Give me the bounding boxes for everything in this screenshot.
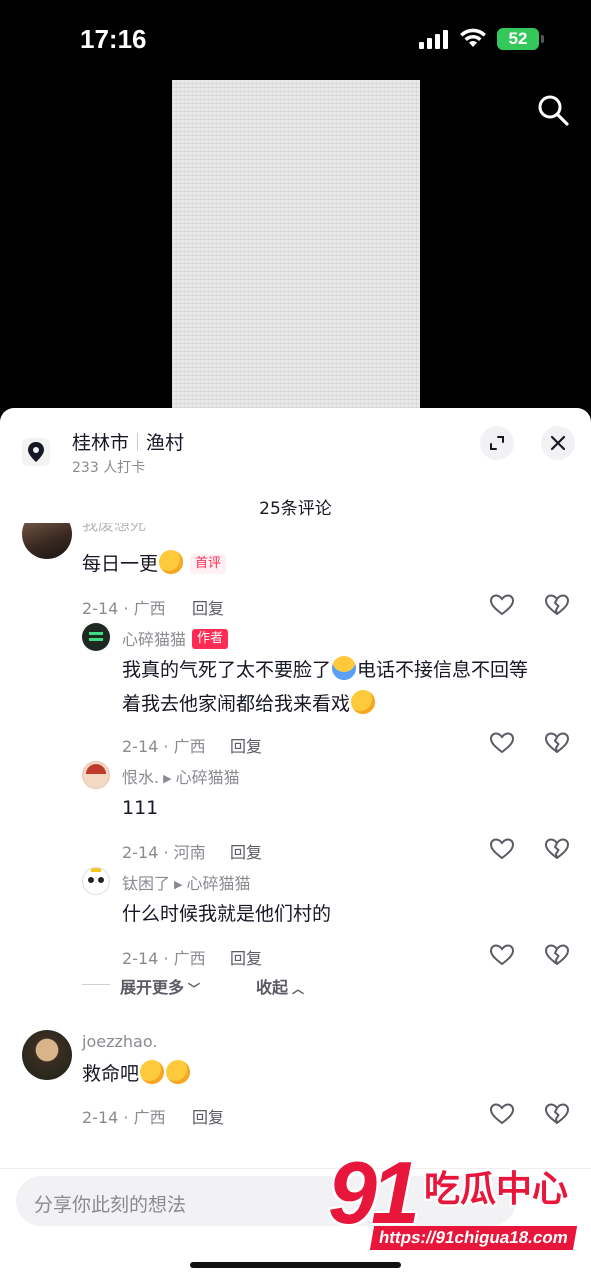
expand-button[interactable] bbox=[480, 426, 514, 460]
expand-divider bbox=[82, 984, 110, 985]
battery-tip bbox=[541, 35, 544, 43]
watermark-logo: 91 吃瓜中心 https://91chigua18.com bbox=[328, 1143, 583, 1260]
reply-to-arrow-icon: ▶ bbox=[163, 772, 172, 785]
broken-heart-icon[interactable] bbox=[544, 837, 570, 861]
comment-text: 每日一更 首评 bbox=[82, 547, 227, 581]
comment-meta: 2-14 · 广西 bbox=[82, 599, 166, 618]
reply-meta: 2-14 · 广西 bbox=[122, 737, 206, 756]
broken-heart-icon[interactable] bbox=[544, 593, 570, 617]
reply-username[interactable]: 钛困了 ▶ 心碎猫猫 bbox=[122, 870, 251, 894]
status-bar: 17:16 52 bbox=[0, 0, 591, 80]
comment-username[interactable]: 我废想死 bbox=[82, 523, 146, 535]
reply-button[interactable]: 回复 bbox=[192, 595, 224, 619]
reply-text: 什么时候我就是他们村的 bbox=[122, 903, 332, 925]
woozy-face-emoji-icon bbox=[140, 1060, 165, 1084]
comment-count: 25条评论 bbox=[259, 499, 332, 519]
cellular-signal-icon bbox=[419, 30, 448, 49]
avatar[interactable] bbox=[82, 867, 110, 895]
heart-icon[interactable] bbox=[489, 943, 515, 967]
author-badge: 作者 bbox=[192, 629, 229, 649]
reply-text: 111 bbox=[122, 797, 159, 819]
close-button[interactable] bbox=[541, 426, 575, 460]
home-indicator[interactable] bbox=[190, 1262, 401, 1268]
broken-heart-icon[interactable] bbox=[544, 1102, 570, 1126]
reply-username[interactable]: 心碎猫猫 作者 bbox=[122, 626, 229, 650]
flushed-face-emoji-icon bbox=[351, 690, 376, 714]
reply-text: 我真的气死了太不要脸了 电话不接信息不回等 着我去他家闹都给我来看戏 bbox=[122, 653, 572, 721]
first-comment-badge: 首评 bbox=[190, 554, 227, 574]
laughing-crying-emoji-icon bbox=[159, 550, 184, 574]
watermark-url: https://91chigua18.com bbox=[369, 1226, 578, 1250]
comment-list[interactable]: 我废想死 每日一更 首评 2-14 · 广西 回复 心碎猫猫 作者 我真的气死了太不… bbox=[0, 523, 591, 1163]
reply-button[interactable]: 回复 bbox=[230, 733, 262, 757]
location-place: 渔村 bbox=[146, 432, 185, 454]
reply-button[interactable]: 回复 bbox=[230, 945, 262, 969]
broken-heart-icon[interactable] bbox=[544, 943, 570, 967]
heart-icon[interactable] bbox=[489, 593, 515, 617]
location-checkins: 233 人打卡 bbox=[72, 460, 146, 476]
comment-body: 每日一更 bbox=[82, 553, 159, 575]
location-pin-icon bbox=[22, 438, 50, 466]
reply-button[interactable]: 回复 bbox=[230, 839, 262, 863]
wifi-icon bbox=[460, 28, 486, 47]
expand-icon bbox=[490, 436, 504, 450]
heart-icon[interactable] bbox=[489, 1102, 515, 1126]
search-icon[interactable] bbox=[535, 92, 571, 128]
video-preview[interactable] bbox=[172, 80, 420, 420]
avatar[interactable] bbox=[22, 1030, 72, 1080]
reply-username[interactable]: 恨水. ▶ 心碎猫猫 bbox=[122, 764, 240, 788]
heart-icon[interactable] bbox=[489, 837, 515, 861]
watermark-text: 吃瓜中心 bbox=[424, 1169, 569, 1210]
avatar[interactable] bbox=[82, 761, 110, 789]
comment-text: 救命吧 bbox=[82, 1057, 191, 1091]
avatar[interactable] bbox=[22, 523, 72, 559]
chevron-down-icon: ﹀ bbox=[188, 982, 201, 996]
woozy-face-emoji-icon bbox=[166, 1060, 191, 1084]
reply-to-arrow-icon: ▶ bbox=[174, 878, 183, 891]
comment-meta: 2-14 · 广西 bbox=[82, 1108, 166, 1127]
comment-input-placeholder: 分享你此刻的想法 bbox=[34, 1194, 187, 1216]
reply-button[interactable]: 回复 bbox=[192, 1104, 224, 1128]
comment-username[interactable]: joezzhao. bbox=[82, 1032, 157, 1051]
reply-meta: 2-14 · 河南 bbox=[122, 843, 206, 862]
broken-heart-icon[interactable] bbox=[544, 731, 570, 755]
location-divider bbox=[137, 433, 139, 451]
location-title[interactable]: 桂林市 渔村 bbox=[72, 428, 184, 455]
avatar[interactable] bbox=[82, 623, 110, 651]
close-icon bbox=[550, 435, 566, 451]
battery-indicator: 52 bbox=[497, 28, 539, 50]
expand-more-button[interactable]: 展开更多 ﹀ bbox=[120, 974, 200, 998]
reply-meta: 2-14 · 广西 bbox=[122, 949, 206, 968]
location-city: 桂林市 bbox=[72, 432, 130, 454]
chevron-up-icon: ︿ bbox=[292, 982, 305, 996]
collapse-button[interactable]: 收起 ︿ bbox=[256, 974, 304, 998]
hugging-face-emoji-icon bbox=[332, 656, 357, 680]
status-time: 17:16 bbox=[80, 24, 147, 54]
heart-icon[interactable] bbox=[489, 731, 515, 755]
